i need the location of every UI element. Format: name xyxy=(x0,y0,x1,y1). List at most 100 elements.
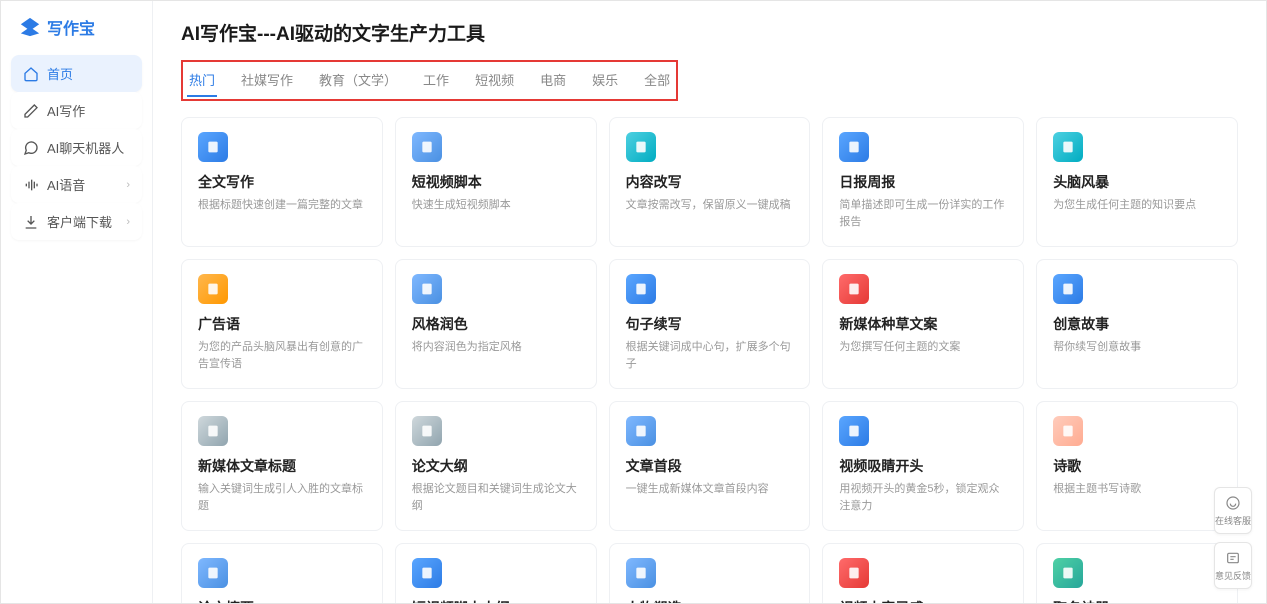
tab-1[interactable]: 社媒写作 xyxy=(239,64,295,95)
card-desc: 根据关键词成中心句，扩展多个句子 xyxy=(626,339,794,372)
name-icon xyxy=(1053,558,1083,588)
card-title: 创意故事 xyxy=(1053,314,1221,334)
nav-item-1[interactable]: AI写作 xyxy=(11,92,142,129)
sidebar: 写作宝 首页 AI写作 AI聊天机器人 AI语音 › 客户端下载 › xyxy=(1,1,153,603)
feedback-button[interactable]: 意见反馈 xyxy=(1214,542,1252,589)
nav-label: AI聊天机器人 xyxy=(47,138,124,157)
story-icon xyxy=(1053,274,1083,304)
tab-5[interactable]: 电商 xyxy=(538,64,568,95)
poem-icon xyxy=(1053,416,1083,446)
card-desc: 为您的产品头脑风暴出有创意的广告宣传语 xyxy=(198,339,366,372)
float-label: 在线客服 xyxy=(1215,514,1251,527)
rewrite-icon xyxy=(626,132,656,162)
hook-icon xyxy=(839,416,869,446)
card-title: 新媒体文章标题 xyxy=(198,456,366,476)
tool-card-16[interactable]: 短视频脚本大纲 生成VLOG、口播稿等短视频的拍摄大纲 xyxy=(395,543,597,603)
idea-icon xyxy=(839,558,869,588)
firstpara-icon xyxy=(626,416,656,446)
card-desc: 文章按需改写，保留原义一键成稿 xyxy=(626,197,794,214)
page-title: AI写作宝---AI驱动的文字生产力工具 xyxy=(181,19,1238,46)
tool-card-18[interactable]: 视频内容灵感 哪些点拍视频？让AI写作宝来提供灵感 xyxy=(822,543,1024,603)
card-title: 短视频脚本 xyxy=(412,172,580,192)
card-title: 短视频脚本大纲 xyxy=(412,598,580,603)
app-root: 写作宝 首页 AI写作 AI聊天机器人 AI语音 › 客户端下载 › AI写作宝… xyxy=(0,0,1267,604)
tool-card-11[interactable]: 论文大纲 根据论文题目和关键词生成论文大纲 xyxy=(395,401,597,531)
home-icon xyxy=(23,66,39,82)
card-title: 取名神器 xyxy=(1053,598,1221,603)
tool-card-0[interactable]: 全文写作 根据标题快速创建一篇完整的文章 xyxy=(181,117,383,247)
nav-label: 客户端下载 xyxy=(47,212,112,231)
card-title: 人物塑造 xyxy=(626,598,794,603)
card-desc: 帮你续写创意故事 xyxy=(1053,339,1221,356)
tool-card-7[interactable]: 句子续写 根据关键词成中心句，扩展多个句子 xyxy=(609,259,811,389)
tab-7[interactable]: 全部 xyxy=(642,64,672,95)
person-icon xyxy=(626,558,656,588)
tabs-bar: 热门社媒写作教育（文学） 工作短视频电商娱乐全部 xyxy=(187,64,672,95)
nav-label: 首页 xyxy=(47,64,73,83)
headset-icon xyxy=(1224,494,1242,512)
report-icon xyxy=(839,132,869,162)
tool-card-6[interactable]: 风格润色 将内容润色为指定风格 xyxy=(395,259,597,389)
card-desc: 为您生成任何主题的知识要点 xyxy=(1053,197,1221,214)
tab-2[interactable]: 教育（文学） xyxy=(317,64,399,95)
tab-0[interactable]: 热门 xyxy=(187,64,217,95)
tool-card-5[interactable]: 广告语 为您的产品头脑风暴出有创意的广告宣传语 xyxy=(181,259,383,389)
card-desc: 输入关键词生成引人入胜的文章标题 xyxy=(198,481,366,514)
script-icon xyxy=(412,558,442,588)
card-title: 文章首段 xyxy=(626,456,794,476)
card-desc: 根据主题书写诗歌 xyxy=(1053,481,1221,498)
tool-card-4[interactable]: 头脑风暴 为您生成任何主题的知识要点 xyxy=(1036,117,1238,247)
main-content: AI写作宝---AI驱动的文字生产力工具 热门社媒写作教育（文学） 工作短视频电商… xyxy=(153,1,1266,603)
doc-icon xyxy=(198,132,228,162)
brand-text: 写作宝 xyxy=(47,15,95,39)
online-service-button[interactable]: 在线客服 xyxy=(1214,487,1252,534)
card-title: 内容改写 xyxy=(626,172,794,192)
audio-icon xyxy=(23,177,39,193)
card-desc: 根据标题快速创建一篇完整的文章 xyxy=(198,197,366,214)
tool-card-8[interactable]: 新媒体种草文案 为您撰写任何主题的文案 xyxy=(822,259,1024,389)
card-title: 头脑风暴 xyxy=(1053,172,1221,192)
chat-icon xyxy=(23,140,39,156)
tool-card-17[interactable]: 人物塑造 为你故事中的角色塑造一个丰满的人物形象 xyxy=(609,543,811,603)
card-desc: 快速生成短视频脚本 xyxy=(412,197,580,214)
tool-card-14[interactable]: 诗歌 根据主题书写诗歌 xyxy=(1036,401,1238,531)
nav-label: AI写作 xyxy=(47,101,85,120)
card-title: 视频吸睛开头 xyxy=(839,456,1007,476)
nav-label: AI语音 xyxy=(47,175,85,194)
card-title: 论文大纲 xyxy=(412,456,580,476)
tool-card-15[interactable]: 论文摘要 根据论文题目和关键词生成论文摘要 xyxy=(181,543,383,603)
card-desc: 根据论文题目和关键词生成论文大纲 xyxy=(412,481,580,514)
nav-item-0[interactable]: 首页 xyxy=(11,55,142,92)
card-desc: 将内容润色为指定风格 xyxy=(412,339,580,356)
feedback-icon xyxy=(1224,549,1242,567)
tool-card-13[interactable]: 视频吸睛开头 用视频开头的黄金5秒，锁定观众注意力 xyxy=(822,401,1024,531)
tool-card-19[interactable]: 取名神器 一键生成人名、公司名称 xyxy=(1036,543,1238,603)
tab-3[interactable]: 工作 xyxy=(421,64,451,95)
tabs-highlight-box: 热门社媒写作教育（文学） 工作短视频电商娱乐全部 xyxy=(181,60,678,101)
card-desc: 一键生成新媒体文章首段内容 xyxy=(626,481,794,498)
tab-6[interactable]: 娱乐 xyxy=(590,64,620,95)
tool-card-10[interactable]: 新媒体文章标题 输入关键词生成引人入胜的文章标题 xyxy=(181,401,383,531)
float-label: 意见反馈 xyxy=(1215,569,1251,582)
video-icon xyxy=(412,132,442,162)
tool-card-12[interactable]: 文章首段 一键生成新媒体文章首段内容 xyxy=(609,401,811,531)
title-icon xyxy=(198,416,228,446)
card-title: 视频内容灵感 xyxy=(839,598,1007,603)
nav-item-4[interactable]: 客户端下载 › xyxy=(11,203,142,240)
card-desc: 用视频开头的黄金5秒，锁定观众注意力 xyxy=(839,481,1007,514)
tab-4[interactable]: 短视频 xyxy=(473,64,516,95)
nav-item-2[interactable]: AI聊天机器人 xyxy=(11,129,142,166)
tool-card-9[interactable]: 创意故事 帮你续写创意故事 xyxy=(1036,259,1238,389)
card-title: 诗歌 xyxy=(1053,456,1221,476)
card-title: 论文摘要 xyxy=(198,598,366,603)
outline-icon xyxy=(412,416,442,446)
logo[interactable]: 写作宝 xyxy=(11,9,142,49)
card-title: 广告语 xyxy=(198,314,366,334)
continue-icon xyxy=(626,274,656,304)
tool-card-2[interactable]: 内容改写 文章按需改写，保留原义一键成稿 xyxy=(609,117,811,247)
nav-item-3[interactable]: AI语音 › xyxy=(11,166,142,203)
tool-card-3[interactable]: 日报周报 简单描述即可生成一份详实的工作报告 xyxy=(822,117,1024,247)
tool-card-1[interactable]: 短视频脚本 快速生成短视频脚本 xyxy=(395,117,597,247)
card-title: 新媒体种草文案 xyxy=(839,314,1007,334)
download-icon xyxy=(23,214,39,230)
